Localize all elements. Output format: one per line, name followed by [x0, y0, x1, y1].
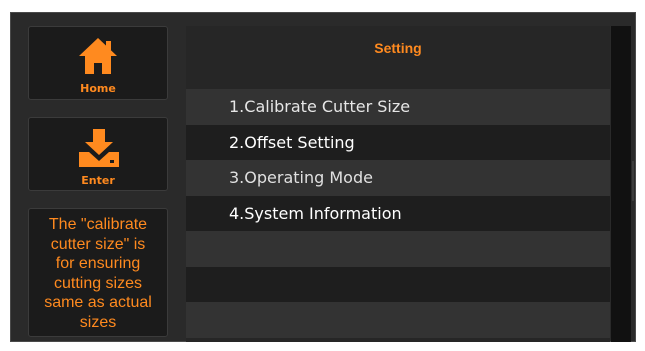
- menu-item-offset-setting[interactable]: 2.Offset Setting: [186, 124, 610, 160]
- home-label: Home: [80, 82, 116, 95]
- empty-row: [186, 266, 610, 302]
- settings-panel: Setting 1.Calibrate Cutter Size 2.Offset…: [186, 26, 610, 342]
- help-text-box: The "calibrate cutter size" is for ensur…: [28, 208, 168, 337]
- help-text-line: The "calibrate: [48, 216, 148, 233]
- help-text-line: cutting sizes: [53, 274, 143, 292]
- menu-item-label: 1.Calibrate Cutter Size: [229, 97, 411, 116]
- device-screen: Home Enter The "calibrate cutter size" i…: [10, 12, 636, 342]
- menu-item-label: 2.Offset Setting: [229, 132, 355, 152]
- help-text-line: for ensuring: [55, 255, 141, 272]
- panel-title: Setting: [374, 40, 422, 56]
- scrollbar[interactable]: [611, 26, 631, 342]
- empty-row: [186, 231, 610, 267]
- menu-item-system-information[interactable]: 4.System Information: [186, 195, 610, 231]
- menu-item-calibrate-cutter-size[interactable]: 1.Calibrate Cutter Size: [186, 89, 610, 125]
- help-text-line: same as actual: [44, 294, 152, 311]
- menu-item-label: 3.Operating Mode: [229, 168, 373, 187]
- scroll-thumb[interactable]: [632, 161, 634, 201]
- empty-row: [186, 302, 610, 338]
- download-tray-icon: [79, 129, 119, 167]
- menu-item-label: 4.System Information: [229, 203, 402, 223]
- menu-item-operating-mode[interactable]: 3.Operating Mode: [186, 160, 610, 196]
- enter-label: Enter: [81, 174, 115, 187]
- enter-button[interactable]: Enter: [28, 117, 168, 191]
- help-text-line: cutter size" is: [50, 235, 146, 253]
- settings-list: 1.Calibrate Cutter Size 2.Offset Setting…: [186, 89, 610, 338]
- help-text-line: sizes: [79, 313, 117, 331]
- home-button[interactable]: Home: [28, 26, 168, 100]
- home-icon: [79, 38, 117, 74]
